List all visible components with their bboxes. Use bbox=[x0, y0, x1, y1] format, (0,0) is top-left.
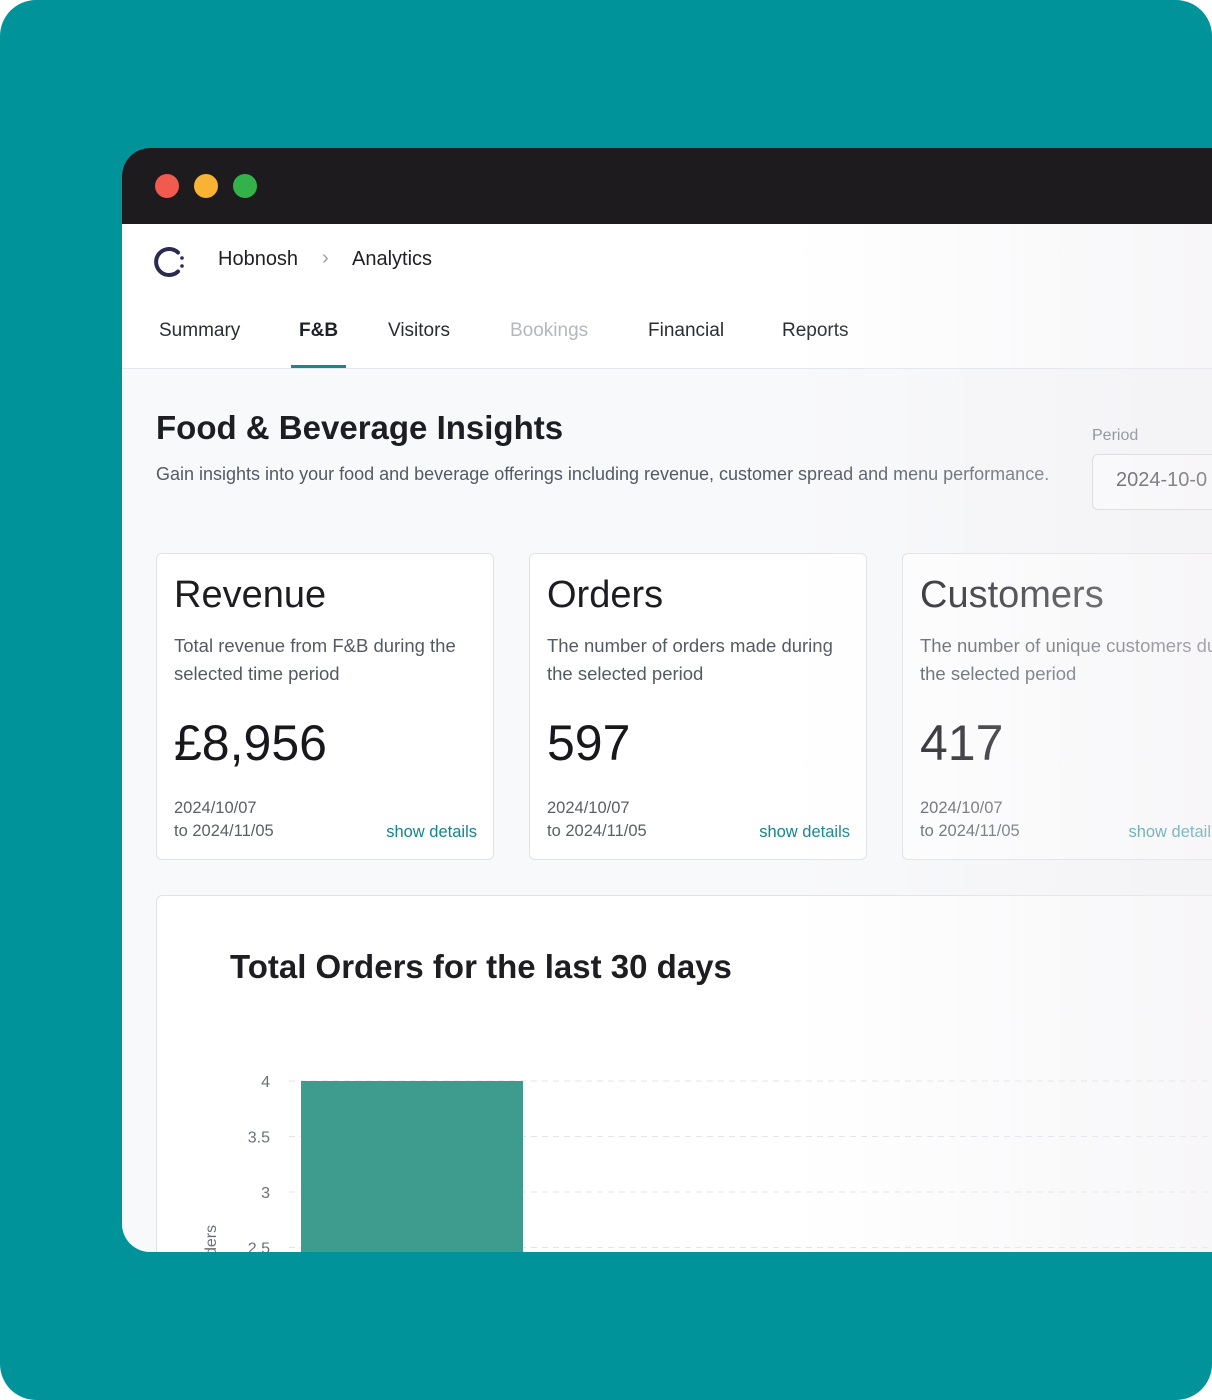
card-description: The number of orders made during the sel… bbox=[547, 635, 833, 684]
orders-card: Orders The number of orders made during … bbox=[529, 553, 867, 860]
minimize-window-button[interactable] bbox=[194, 174, 218, 198]
analytics-tabs: Summary F&B Visitors Bookings Financial … bbox=[122, 316, 1212, 369]
y-tick-label: 3.5 bbox=[248, 1130, 270, 1147]
card-value: £8,956 bbox=[174, 715, 327, 771]
close-window-button[interactable] bbox=[155, 174, 179, 198]
card-date-from: 2024/10/07 bbox=[547, 799, 630, 817]
orders-bar-chart: 4 3.5 3 2.5 ders bbox=[203, 1074, 1212, 1253]
card-title: Customers bbox=[920, 574, 1104, 616]
orders-chart-card: Total Orders for the last 30 days 4 3.5 3 2… bbox=[156, 895, 1212, 1252]
card-date-from: 2024/10/07 bbox=[174, 799, 257, 817]
card-description: The number of unique customers during th… bbox=[920, 635, 1212, 684]
card-date-to: to 2024/11/05 bbox=[547, 822, 647, 840]
period-date-picker[interactable]: 2024-10-0 bbox=[1092, 454, 1212, 510]
maximize-window-button[interactable] bbox=[233, 174, 257, 198]
tab-visitors[interactable]: Visitors bbox=[388, 320, 450, 342]
y-tick-label: 4 bbox=[261, 1074, 270, 1091]
window-titlebar bbox=[122, 148, 1212, 224]
y-tick-label: 3 bbox=[261, 1185, 270, 1202]
page-subtitle: Gain insights into your food and beverag… bbox=[156, 464, 1050, 484]
card-date-from: 2024/10/07 bbox=[920, 799, 1003, 817]
card-title: Orders bbox=[547, 574, 664, 616]
tab-reports[interactable]: Reports bbox=[782, 320, 849, 342]
breadcrumb-org-link[interactable]: Hobnosh bbox=[218, 248, 298, 271]
tab-fnb[interactable]: F&B bbox=[299, 320, 338, 342]
orders-show-details-link[interactable]: show details bbox=[759, 823, 850, 842]
tab-summary[interactable]: Summary bbox=[159, 320, 240, 342]
breadcrumb-current-page: Analytics bbox=[352, 248, 433, 270]
tab-bookings[interactable]: Bookings bbox=[510, 320, 588, 342]
card-value: 417 bbox=[920, 715, 1004, 771]
revenue-card: Revenue Total revenue from F&B during th… bbox=[156, 553, 494, 860]
card-value: 597 bbox=[547, 715, 631, 771]
period-label: Period bbox=[1092, 427, 1139, 444]
page-title: Food & Beverage Insights bbox=[156, 409, 564, 446]
customers-card: Customers The number of unique customers… bbox=[902, 553, 1212, 860]
card-title: Revenue bbox=[174, 574, 327, 616]
app-window: Hobnosh › Analytics Summary F&B Visitors… bbox=[122, 148, 1212, 1252]
card-date-to: to 2024/11/05 bbox=[174, 822, 274, 840]
card-date-to: to 2024/11/05 bbox=[920, 822, 1020, 840]
active-tab-indicator bbox=[291, 365, 346, 368]
revenue-show-details-link[interactable]: show details bbox=[386, 823, 477, 842]
chevron-right-icon: › bbox=[322, 247, 329, 269]
customers-show-details-link[interactable]: show detail bbox=[1128, 823, 1211, 842]
y-axis-label: ders bbox=[203, 1225, 220, 1252]
tab-financial[interactable]: Financial bbox=[648, 320, 724, 342]
y-tick-label: 2.5 bbox=[248, 1241, 270, 1253]
card-description: Total revenue from F&B during the select… bbox=[174, 635, 456, 684]
app-logo-icon[interactable] bbox=[152, 244, 188, 280]
bar[interactable] bbox=[301, 1081, 523, 1252]
top-navigation: Hobnosh › Analytics Summary F&B Visitors… bbox=[122, 224, 1212, 369]
